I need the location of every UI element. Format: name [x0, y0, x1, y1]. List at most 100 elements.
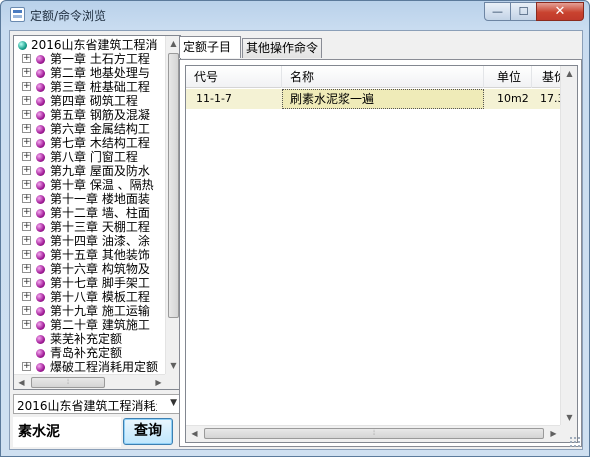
chapter-node-icon: [36, 111, 45, 120]
close-button[interactable]: ✕: [536, 2, 584, 21]
tree-item[interactable]: + 第二十章 建筑施工: [14, 318, 166, 332]
tree-item-label: 第五章 钢筋及混凝: [50, 108, 150, 122]
cell-unit[interactable]: 10m2: [497, 89, 532, 109]
tree-item-label: 第四章 砌筑工程: [50, 94, 138, 108]
expand-icon[interactable]: +: [22, 152, 31, 161]
tree-item[interactable]: + 第十一章 楼地面装: [14, 192, 166, 206]
tab-other-commands[interactable]: 其他操作命令: [242, 38, 322, 58]
tree-item[interactable]: + 第五章 钢筋及混凝: [14, 108, 166, 122]
table-row[interactable]: 11-1-7 刷素水泥浆一遍 10m2 17.31: [186, 89, 577, 109]
expand-icon[interactable]: +: [22, 194, 31, 203]
expand-icon[interactable]: +: [22, 222, 31, 231]
grid-hscroll-thumb[interactable]: ⦙: [204, 428, 544, 439]
expand-icon[interactable]: +: [22, 264, 31, 273]
grid-horizontal-scrollbar[interactable]: ◀ ⦙ ▶: [186, 425, 562, 442]
tree-item[interactable]: + 第十章 保温 、隔热: [14, 178, 166, 192]
scroll-up-icon[interactable]: ▲: [561, 66, 577, 81]
expand-icon[interactable]: +: [22, 180, 31, 189]
expand-icon[interactable]: +: [22, 54, 31, 63]
chapter-node-icon: [36, 363, 45, 372]
tree-root-node[interactable]: 2016山东省建筑工程消: [14, 38, 166, 52]
tab-quota-items[interactable]: 定额子目: [179, 36, 241, 58]
chapter-node-icon: [36, 125, 45, 134]
tree-horizontal-scrollbar[interactable]: ◀ ⦙ ▶: [14, 374, 166, 389]
chevron-down-icon[interactable]: ▼: [170, 398, 177, 408]
tree-item[interactable]: + 第二章 地基处理与: [14, 66, 166, 80]
title-bar[interactable]: 定额/命令浏览 — ☐ ✕: [1, 1, 589, 29]
tree-vscroll-thumb[interactable]: [168, 53, 179, 318]
tree-item-label: 第二章 地基处理与: [50, 66, 150, 80]
expand-icon[interactable]: +: [22, 166, 31, 175]
tree-item[interactable]: + 第十四章 油漆、涂: [14, 234, 166, 248]
tree-item-label: 第十一章 楼地面装: [50, 192, 150, 206]
tree-hscroll-thumb[interactable]: ⦙: [31, 377, 105, 388]
expand-icon[interactable]: +: [22, 250, 31, 259]
tree-item[interactable]: 莱芜补充定额: [14, 332, 166, 346]
expand-icon[interactable]: +: [22, 208, 31, 217]
tree-item-label: 第十八章 模板工程: [50, 290, 150, 304]
tree-item-label: 第七章 木结构工程: [50, 136, 150, 150]
resize-grip-icon[interactable]: [569, 436, 581, 448]
expand-icon[interactable]: +: [22, 68, 31, 77]
tree-item[interactable]: + 第七章 木结构工程: [14, 136, 166, 150]
scroll-left-icon[interactable]: ◀: [186, 426, 203, 441]
cell-code[interactable]: 11-1-7: [196, 89, 282, 109]
maximize-button[interactable]: ☐: [510, 2, 537, 21]
tree-item-label: 莱芜补充定额: [50, 332, 123, 346]
tree-item[interactable]: + 爆破工程消耗用定额: [14, 360, 166, 374]
scroll-down-icon[interactable]: ▼: [561, 410, 577, 425]
expand-icon[interactable]: +: [22, 138, 31, 147]
search-input[interactable]: 素水泥: [13, 417, 121, 447]
tree-item[interactable]: + 第四章 砌筑工程: [14, 94, 166, 108]
quota-library-value: 2016山东省建筑工程消耗量: [17, 399, 157, 413]
tree-item[interactable]: + 第九章 屋面及防水: [14, 164, 166, 178]
expand-icon[interactable]: +: [22, 236, 31, 245]
quota-tree[interactable]: 2016山东省建筑工程消 + 第一章 土石方工程 + 第二章 地基处理与 + 第三章 桩基础…: [13, 35, 181, 390]
tree-vertical-scrollbar[interactable]: ▲ ▼: [165, 36, 180, 374]
column-header-unit[interactable]: 单位: [484, 66, 532, 88]
cell-name[interactable]: 刷素水泥浆一遍: [290, 89, 480, 109]
minimize-button[interactable]: —: [484, 2, 511, 21]
query-button[interactable]: 查询: [123, 418, 173, 445]
column-header-code[interactable]: 代号: [186, 66, 282, 88]
tree-item[interactable]: + 第六章 金属结构工: [14, 122, 166, 136]
tree-item[interactable]: + 第十八章 模板工程: [14, 290, 166, 304]
chapter-node-icon: [36, 139, 45, 148]
tree-item[interactable]: 青岛补充定额: [14, 346, 166, 360]
scroll-corner: [165, 374, 180, 389]
expand-icon[interactable]: +: [22, 306, 31, 315]
expand-icon[interactable]: +: [22, 292, 31, 301]
tree-item[interactable]: + 第八章 门窗工程: [14, 150, 166, 164]
expand-icon[interactable]: +: [22, 278, 31, 287]
tree-item-label: 第十二章 墙、柱面: [50, 206, 150, 220]
client-area: 2016山东省建筑工程消 + 第一章 土石方工程 + 第二章 地基处理与 + 第三章 桩基础…: [9, 30, 583, 450]
tree-item-label: 第六章 金属结构工: [50, 122, 150, 136]
expand-icon[interactable]: +: [22, 96, 31, 105]
expand-icon[interactable]: +: [22, 362, 31, 371]
column-header-name[interactable]: 名称: [282, 66, 484, 88]
tree-item-label: 第十六章 构筑物及: [50, 262, 150, 276]
tree-item-label: 第十七章 脚手架工: [50, 276, 150, 290]
chapter-node-icon: [36, 237, 45, 246]
expand-icon[interactable]: +: [22, 320, 31, 329]
expand-icon[interactable]: +: [22, 124, 31, 133]
tree-item[interactable]: + 第十五章 其他装饰: [14, 248, 166, 262]
tree-item[interactable]: + 第十七章 脚手架工: [14, 276, 166, 290]
grid-vertical-scrollbar[interactable]: ▲ ▼: [560, 66, 577, 426]
tree-item-label: 第十九章 施工运输: [50, 304, 150, 318]
tree-item[interactable]: + 第十六章 构筑物及: [14, 262, 166, 276]
chapter-node-icon: [36, 97, 45, 106]
scroll-right-icon[interactable]: ▶: [151, 375, 166, 389]
tree-item-label: 第八章 门窗工程: [50, 150, 138, 164]
tree-item[interactable]: + 第十二章 墙、柱面: [14, 206, 166, 220]
tree-item[interactable]: + 第一章 土石方工程: [14, 52, 166, 66]
tree-item[interactable]: + 第十九章 施工运输: [14, 304, 166, 318]
chapter-node-icon: [36, 321, 45, 330]
scroll-left-icon[interactable]: ◀: [14, 375, 29, 389]
tree-item[interactable]: + 第三章 桩基础工程: [14, 80, 166, 94]
expand-icon[interactable]: +: [22, 82, 31, 91]
quota-library-select[interactable]: 2016山东省建筑工程消耗量 ▼: [13, 394, 181, 414]
tree-item-label: 第十五章 其他装饰: [50, 248, 150, 262]
tree-item[interactable]: + 第十三章 天棚工程: [14, 220, 166, 234]
expand-icon[interactable]: +: [22, 110, 31, 119]
